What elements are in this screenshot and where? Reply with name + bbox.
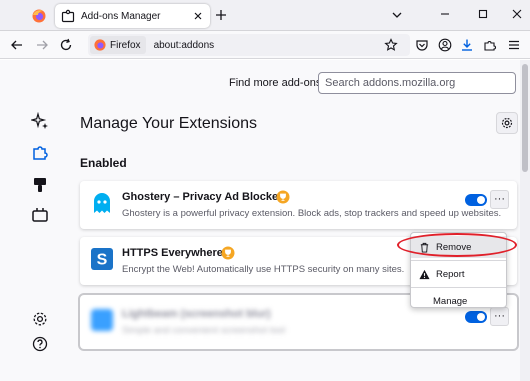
menu-item-remove[interactable]: Remove [411,236,506,258]
page-title: Manage Your Extensions [80,115,258,132]
close-window-icon[interactable] [510,7,524,21]
tools-gear-icon[interactable] [496,112,518,134]
sidebar-extensions-icon[interactable] [31,143,49,161]
extension-context-menu: Remove Report Manage [410,232,507,308]
extension-description: Simple and convenient screenshot tool [122,325,286,336]
account-icon[interactable] [438,38,452,52]
menu-item-label: Manage [433,295,468,307]
new-tab-icon[interactable] [214,8,228,22]
identity-box[interactable]: Firefox [90,36,146,54]
toggle-knob [477,313,485,321]
help-question-icon[interactable] [31,335,49,353]
section-heading-enabled: Enabled [80,156,127,170]
firefox-logo-icon [94,39,106,51]
chevron-down-icon[interactable] [391,9,403,21]
settings-gear-icon[interactable] [31,310,49,328]
hamburger-menu-icon[interactable] [507,38,521,52]
extension-description: Ghostery is a powerful privacy extension… [122,208,502,219]
addons-search-input[interactable] [318,72,516,94]
reload-icon[interactable] [59,38,73,52]
extension-name[interactable]: Ghostery – Privacy Ad Blocker [122,191,282,203]
addons-content: Find more add-ons Manage Your Extensions… [0,60,530,381]
enable-toggle[interactable] [465,311,487,323]
warning-icon [419,269,430,280]
menu-item-label: Remove [436,241,472,253]
extension-name[interactable]: HTTPS Everywhere [122,247,223,259]
bookmark-star-icon[interactable] [384,38,398,52]
menu-item-report[interactable]: Report [411,263,506,285]
ghost-icon [90,191,114,215]
downloads-icon[interactable] [460,38,474,52]
themes-brush-icon[interactable] [31,176,49,194]
more-options-button[interactable]: ··· [490,190,509,209]
recommended-badge-icon [221,246,235,260]
plugins-icon[interactable] [31,206,49,224]
toggle-knob [477,196,485,204]
minimize-icon[interactable] [438,7,452,21]
menu-separator [411,287,506,288]
navigation-toolbar: Firefox about:addons [0,31,530,59]
recommendations-sparkle-icon[interactable] [31,112,49,130]
find-more-label: Find more add-ons [229,77,322,89]
enable-toggle[interactable] [465,194,487,206]
recommended-badge-icon [276,190,290,204]
close-tab-icon[interactable] [192,10,204,22]
extension-card-ghostery[interactable]: Ghostery – Privacy Ad Blocker Ghostery i… [80,181,517,229]
firefox-logo-icon[interactable] [32,9,46,23]
svg-text:S: S [97,252,108,269]
extension-logo-icon [90,308,114,332]
tab-addons-manager[interactable]: Add-ons Manager [55,4,210,28]
scrollbar-thumb[interactable] [522,64,528,172]
puzzle-piece-icon [61,9,75,23]
identity-label: Firefox [110,39,141,51]
trash-icon [419,242,430,253]
extension-name[interactable]: Lightbeam (screenshot blur) [122,308,271,320]
url-bar[interactable]: Firefox about:addons [88,34,410,56]
url-text[interactable]: about:addons [154,40,215,51]
scrollbar[interactable] [520,60,530,381]
extension-description: Encrypt the Web! Automatically use HTTPS… [122,264,405,275]
back-arrow-icon[interactable] [10,38,24,52]
extensions-puzzle-icon[interactable] [483,38,497,52]
menu-item-manage[interactable]: Manage [411,290,506,312]
pocket-icon[interactable] [415,38,429,52]
maximize-icon[interactable] [476,7,490,21]
https-everywhere-logo-icon: S [90,247,114,271]
menu-item-label: Report [436,268,465,280]
tab-bar: Add-ons Manager [0,0,530,31]
menu-separator [411,260,506,261]
forward-arrow-icon[interactable] [35,38,49,52]
tab-title: Add-ons Manager [81,10,161,22]
